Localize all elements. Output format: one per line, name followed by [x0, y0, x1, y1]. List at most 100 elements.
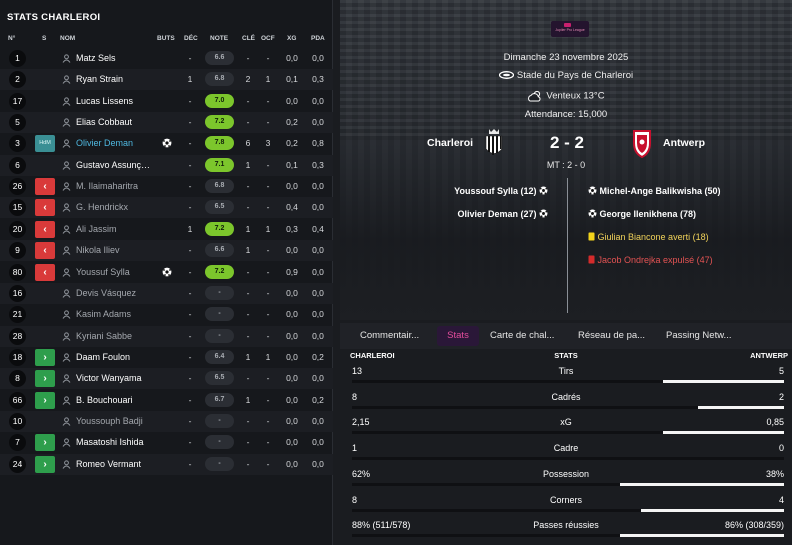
stat-pda: 0,0: [312, 266, 324, 277]
rating-badge: 6.6: [205, 243, 234, 258]
player-row[interactable]: 8 › Victor Wanyama - 6.5 - - 0,0 0,0: [0, 368, 333, 390]
tab-passing-network-en[interactable]: Passing Netw...: [660, 326, 737, 346]
shirt-number: 9: [9, 242, 26, 260]
player-row[interactable]: 20 ‹ Ali Jassim 1 7.2 1 1 0,3 0,4: [0, 219, 333, 240]
player-row[interactable]: 7 › Masatoshi Ishida - - - - 0,0 0,0: [0, 432, 333, 453]
col-rating[interactable]: NOTE: [210, 35, 228, 42]
away-share-bar: [641, 508, 784, 512]
stat-pda: 0,0: [312, 330, 324, 341]
rating-badge: -: [205, 456, 234, 471]
cloud-sun-icon: [528, 90, 541, 102]
player-name[interactable]: Nikola Iliev: [76, 245, 158, 255]
col-sub[interactable]: S: [42, 35, 46, 42]
player-row[interactable]: 5 Elias Cobbaut - 7.2 - - 0,2 0,0: [0, 112, 333, 134]
player-icon: [62, 75, 71, 85]
away-share-bar: [620, 534, 784, 538]
player-name[interactable]: M. Ilaimaharitra: [76, 181, 158, 191]
tab-bar: Commentair... Stats Carte de chal... Rés…: [340, 323, 792, 349]
player-name[interactable]: Olivier Deman: [76, 138, 158, 148]
player-row[interactable]: 10 Youssouph Badji - - - - 0,0 0,0: [0, 410, 333, 432]
stat-pda: 0,0: [312, 458, 324, 469]
stat-pda: 0,0: [312, 437, 324, 448]
player-row[interactable]: 16 Devis Vásquez - - - - 0,0 0,0: [0, 282, 333, 304]
player-row[interactable]: 26 ‹ M. Ilaimaharitra - 6.8 - - 0,0 0,0: [0, 176, 333, 197]
stat-ocf: -: [266, 95, 270, 106]
shirt-number: 5: [9, 114, 26, 132]
col-xg[interactable]: XG: [287, 35, 296, 42]
player-row[interactable]: 66 › B. Bouchouari - 6.7 1 - 0,0 0,2: [0, 390, 333, 411]
stat-key: -: [246, 415, 250, 426]
stat-key: -: [246, 95, 250, 106]
player-name[interactable]: G. Hendrickx: [76, 202, 158, 212]
col-ocf[interactable]: OCF: [261, 35, 275, 42]
player-icon: [62, 203, 71, 213]
antwerp-crest-icon[interactable]: [630, 127, 654, 159]
player-row[interactable]: 28 Kyriani Sabbe - - - - 0,0 0,0: [0, 325, 333, 347]
stat-dec: -: [188, 117, 192, 128]
away-team-name[interactable]: Antwerp: [663, 137, 705, 149]
player-name[interactable]: Youssuf Sylla: [76, 267, 158, 277]
shirt-number: 10: [9, 412, 26, 430]
stat-ocf: -: [266, 245, 270, 256]
player-name[interactable]: Elias Cobbaut: [76, 117, 158, 127]
col-dec[interactable]: DÉC: [184, 35, 198, 42]
stat-ocf: 1: [265, 74, 271, 85]
stat-xg: 0,0: [286, 351, 298, 362]
score: 2 - 2: [549, 133, 585, 152]
player-row[interactable]: 80 ‹ Youssuf Sylla - 7.2 - - 0,9 0,0: [0, 262, 333, 283]
tab-pass-network[interactable]: Réseau de pa...: [572, 326, 651, 346]
stat-ocf: -: [266, 394, 270, 405]
player-row[interactable]: 6 Gustavo Assunç… - 7.1 1 - 0,1 0,3: [0, 154, 333, 176]
player-row[interactable]: 15 ‹ G. Hendrickx - 6.5 - - 0,4 0,0: [0, 197, 333, 219]
stat-row: 13 Tirs 5: [340, 361, 792, 387]
player-name[interactable]: Victor Wanyama: [76, 373, 158, 383]
player-row[interactable]: 18 › Daam Foulon - 6.4 1 1 0,0 0,2: [0, 347, 333, 368]
stat-key: 1: [245, 223, 251, 234]
col-num[interactable]: N°: [8, 35, 15, 42]
player-name[interactable]: Masatoshi Ishida: [76, 437, 158, 447]
player-name[interactable]: Kyriani Sabbe: [76, 331, 158, 341]
charleroi-crest-icon[interactable]: [484, 127, 504, 159]
player-name[interactable]: Romeo Vermant: [76, 459, 158, 469]
stat-pda: 0,0: [312, 373, 324, 384]
player-name[interactable]: Ryan Strain: [76, 74, 158, 84]
player-row[interactable]: 24 › Romeo Vermant - - - - 0,0 0,0: [0, 453, 333, 475]
col-goals[interactable]: BUTS: [157, 35, 175, 42]
player-row[interactable]: 1 Matz Sels - 6.6 - - 0,0 0,0: [0, 48, 333, 69]
player-row[interactable]: 2 Ryan Strain 1 6.8 2 1 0,1 0,3: [0, 69, 333, 91]
stat-row: 8 Corners 4: [340, 490, 792, 516]
stat-pda: 0,8: [312, 138, 324, 149]
player-name[interactable]: Devis Vásquez: [76, 288, 158, 298]
player-name[interactable]: Kasim Adams: [76, 309, 158, 319]
col-pda[interactable]: PDA: [311, 35, 325, 42]
player-name[interactable]: Youssouph Badji: [76, 416, 158, 426]
stat-ocf: 3: [265, 138, 271, 149]
rating-badge: -: [205, 435, 234, 450]
player-row[interactable]: 3 HdM Olivier Deman - 7.8 6 3 0,2 0,8: [0, 133, 333, 154]
player-name[interactable]: Ali Jassim: [76, 224, 158, 234]
tab-stats[interactable]: Stats: [437, 326, 479, 346]
ball-icon: [588, 209, 597, 218]
player-name[interactable]: Lucas Lissens: [76, 96, 158, 106]
tab-heatmap[interactable]: Carte de chal...: [484, 326, 560, 346]
player-name[interactable]: Daam Foulon: [76, 352, 158, 362]
away-event-3: Giulian Biancone averti (18): [588, 232, 709, 242]
col-key[interactable]: CLÉ: [242, 35, 255, 42]
player-name[interactable]: Gustavo Assunç…: [76, 160, 158, 170]
player-row[interactable]: 21 Kasim Adams - - - - 0,0 0,0: [0, 304, 333, 325]
stat-key: -: [246, 330, 250, 341]
player-row[interactable]: 9 ‹ Nikola Iliev - 6.6 1 - 0,0 0,0: [0, 240, 333, 262]
rating-badge: 6.4: [205, 349, 234, 364]
col-name[interactable]: NOM: [60, 35, 75, 42]
player-name[interactable]: B. Bouchouari: [76, 395, 158, 405]
player-icon: [62, 246, 71, 255]
stat-ocf: -: [266, 117, 270, 128]
events-divider: [567, 178, 568, 313]
tab-commentary[interactable]: Commentair...: [354, 326, 425, 346]
player-row[interactable]: 17 Lucas Lissens - 7.0 - - 0,0 0,0: [0, 91, 333, 112]
stadium-name: Stade du Pays de Charleroi: [516, 70, 634, 81]
stat-ocf: -: [266, 159, 270, 170]
weather-text: Venteux 13°C: [546, 90, 605, 102]
home-team-name[interactable]: Charleroi: [427, 137, 473, 149]
player-name[interactable]: Matz Sels: [76, 53, 158, 63]
